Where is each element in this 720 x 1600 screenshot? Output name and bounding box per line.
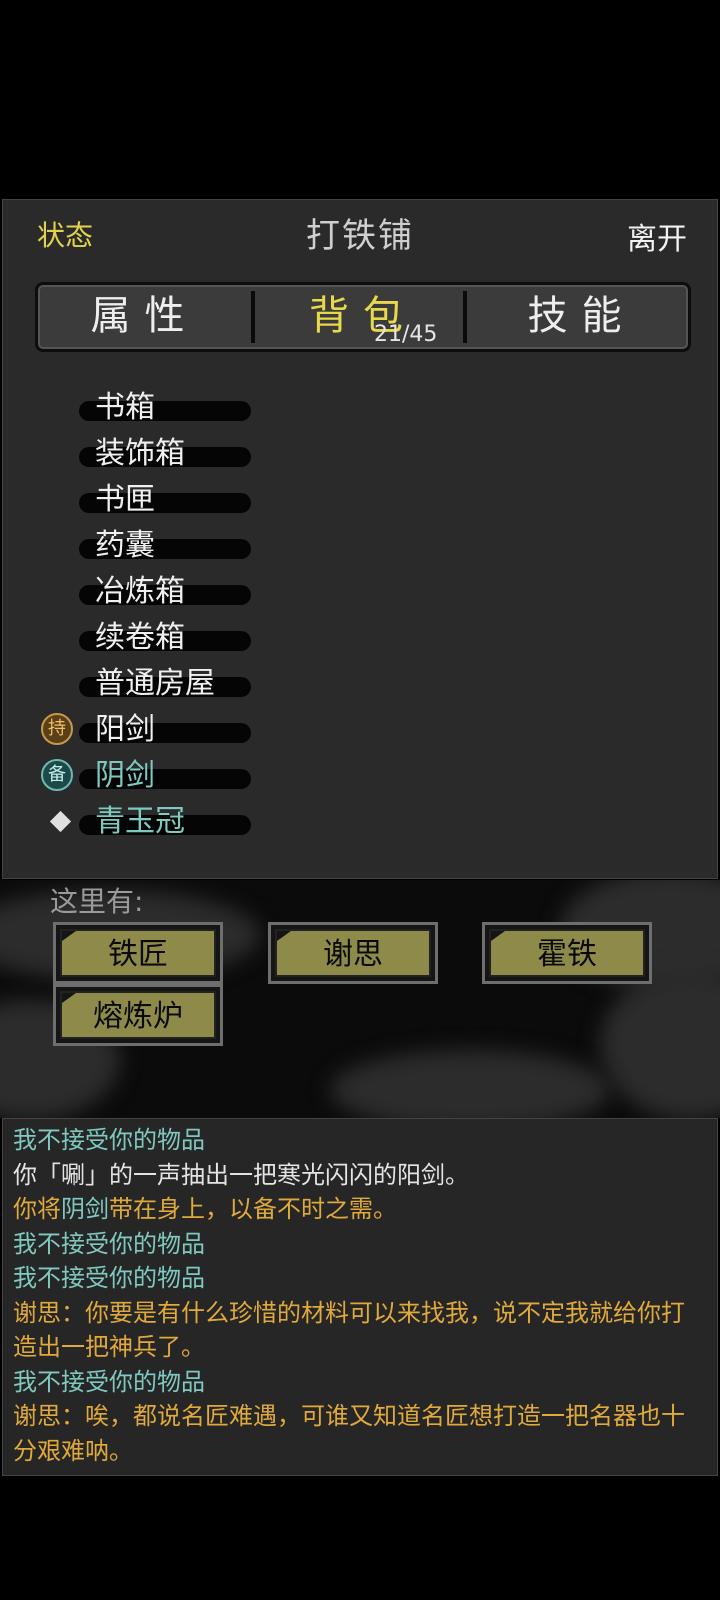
tab-divider — [463, 291, 467, 343]
npc-button-furnace[interactable]: 熔炼炉 — [53, 984, 223, 1046]
log-line: 谢思：唉，都说名匠难遇，可谁又知道名匠想打造一把名器也十分艰难呐。 — [13, 1402, 685, 1465]
log-line: 你「唰」的一声抽出一把寒光闪闪的阳剑。 — [13, 1160, 469, 1189]
item-row[interactable]: 书箱 — [3, 388, 717, 432]
item-label: 普通房屋 — [95, 666, 215, 701]
npc-label: 熔炼炉 — [93, 999, 183, 1034]
npc-button-blacksmith[interactable]: 铁匠 — [53, 922, 223, 984]
location-scene: 这里有: 铁匠 谢思 霍铁 熔炼炉 — [0, 880, 720, 1118]
message-log[interactable]: 我不接受你的物品 你「唰」的一声抽出一把寒光闪闪的阳剑。 你将阴剑带在身上，以备… — [2, 1118, 718, 1476]
log-text: 你将 — [13, 1195, 61, 1223]
tab-attributes[interactable]: 属性 — [38, 285, 251, 349]
item-row[interactable]: 青玉冠 — [3, 802, 717, 846]
item-label: 装饰箱 — [95, 436, 185, 471]
log-line: 我不接受你的物品 — [13, 1264, 205, 1292]
item-label: 续卷箱 — [95, 620, 185, 655]
item-label: 青玉冠 — [95, 804, 185, 839]
npc-label: 霍铁 — [537, 937, 597, 972]
item-row[interactable]: 装饰箱 — [3, 434, 717, 478]
item-label: 阴剑 — [95, 758, 155, 793]
diamond-icon — [49, 810, 72, 833]
backpack-capacity: 21/45 — [374, 322, 438, 347]
item-row[interactable]: 备 阴剑 — [3, 756, 717, 800]
log-text: 带在身上，以备不时之需。 — [109, 1195, 397, 1223]
ink-cloud — [600, 970, 720, 1118]
item-label: 书匣 — [95, 482, 155, 517]
tab-bar: 属性 背包 21/45 技能 — [35, 282, 691, 352]
item-row[interactable]: 普通房屋 — [3, 664, 717, 708]
item-label: 阳剑 — [95, 712, 155, 747]
npc-button-xiesi[interactable]: 谢思 — [268, 922, 438, 984]
item-label: 冶炼箱 — [95, 574, 185, 609]
item-row[interactable]: 药囊 — [3, 526, 717, 570]
log-line: 我不接受你的物品 — [13, 1229, 205, 1258]
log-line: 你将阴剑带在身上，以备不时之需。 — [13, 1192, 707, 1227]
log-line: 谢思：你要是有什么珍惜的材料可以来找我，说不定我就给你打造出一把神兵了。 — [13, 1298, 685, 1362]
page-title: 打铁铺 — [306, 216, 414, 256]
log-line: 我不接受你的物品 — [13, 1367, 205, 1396]
tab-skills[interactable]: 技能 — [475, 285, 688, 349]
item-row[interactable]: 持 阳剑 — [3, 710, 717, 754]
spare-badge-icon: 备 — [41, 759, 73, 791]
npc-label: 铁匠 — [108, 937, 168, 972]
npc-label: 谢思 — [323, 937, 383, 972]
leave-button[interactable]: 离开 — [627, 214, 687, 258]
item-row[interactable]: 续卷箱 — [3, 618, 717, 662]
item-row[interactable]: 书匣 — [3, 480, 717, 524]
item-label: 药囊 — [95, 528, 155, 563]
tab-divider — [251, 291, 255, 343]
ink-cloud — [330, 1050, 610, 1118]
npc-button-huotie[interactable]: 霍铁 — [482, 922, 652, 984]
log-item-highlight: 阴剑 — [61, 1195, 109, 1223]
here-label: 这里有: — [50, 885, 144, 918]
item-row[interactable]: 冶炼箱 — [3, 572, 717, 616]
item-label: 书箱 — [95, 390, 155, 425]
held-badge-icon: 持 — [41, 713, 73, 745]
log-line: 我不接受你的物品 — [13, 1126, 205, 1154]
inventory-panel: 状态 打铁铺 离开 属性 背包 21/45 技能 书箱 装饰箱 书匣 药囊 冶炼… — [2, 199, 718, 879]
